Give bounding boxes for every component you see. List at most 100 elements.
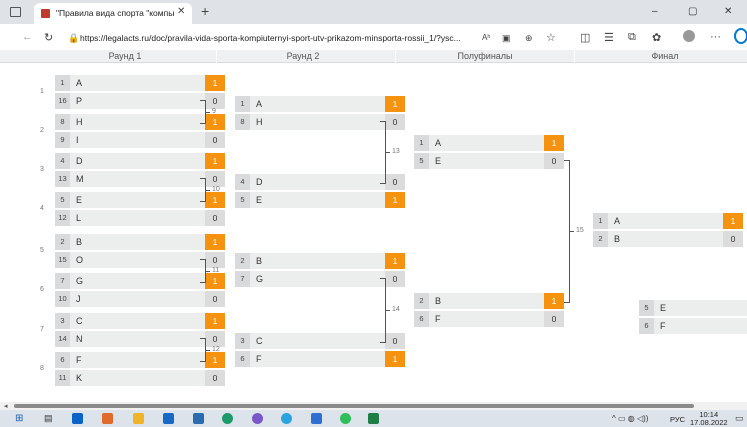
- team-row[interactable]: 15 O 0: [55, 252, 225, 268]
- bracket-connector: [200, 123, 206, 124]
- team-row[interactable]: 6F: [639, 318, 747, 334]
- team-seed: 6: [235, 351, 250, 367]
- team-row[interactable]: 7G 0: [235, 271, 405, 287]
- team-score: 0: [205, 370, 225, 386]
- whatsapp-app-icon[interactable]: [340, 413, 351, 424]
- team-row[interactable]: 2B 1: [414, 293, 564, 309]
- team-row[interactable]: 4D 0: [235, 174, 405, 190]
- team-seed: 14: [55, 331, 70, 347]
- team-seed: 3: [235, 333, 250, 349]
- team-row[interactable]: 16 P 0: [55, 93, 225, 109]
- scroll-left-icon[interactable]: ◂: [4, 402, 8, 410]
- tray-icons[interactable]: ^ ▭ ◍ ◁)): [612, 414, 648, 423]
- game-number: 8: [40, 365, 44, 372]
- team-row[interactable]: 5E 0: [414, 153, 564, 169]
- team-row[interactable]: 5E 1: [235, 192, 405, 208]
- team-score: 1: [205, 352, 225, 368]
- scrollbar-thumb[interactable]: [14, 404, 694, 408]
- team-name: A: [256, 99, 263, 109]
- team-row[interactable]: 13 M 0: [55, 171, 225, 187]
- back-icon[interactable]: ←: [22, 31, 33, 43]
- collections-icon[interactable]: ⧉: [628, 31, 636, 44]
- team-row[interactable]: 1A1: [414, 135, 564, 151]
- team-row[interactable]: 11 K 0: [55, 370, 225, 386]
- file-explorer-icon[interactable]: [133, 413, 144, 424]
- more-menu-button[interactable]: ···: [710, 31, 721, 43]
- immersive-reader-icon[interactable]: ▣: [502, 33, 511, 44]
- team-seed: 1: [235, 96, 250, 112]
- team-name: A: [435, 138, 442, 148]
- minimize-button[interactable]: –: [652, 6, 658, 17]
- bing-chat-icon[interactable]: [734, 28, 747, 44]
- tab-actions-icon[interactable]: [10, 7, 21, 17]
- match-box: 3 C 1 14 N 0: [55, 313, 225, 347]
- team-row[interactable]: 1A1: [593, 213, 743, 229]
- edge-browser-icon[interactable]: [222, 413, 233, 424]
- zoom-icon[interactable]: ⊕: [525, 33, 533, 44]
- browser-tab[interactable]: "Правила вида спорта "компьк ✕: [34, 3, 192, 24]
- team-row[interactable]: 14 N 0: [55, 331, 225, 347]
- team-score: 0: [205, 291, 225, 307]
- profile-avatar-icon[interactable]: [683, 30, 695, 42]
- team-row[interactable]: 2B 0: [593, 231, 743, 247]
- telegram-app-icon[interactable]: [281, 413, 292, 424]
- team-seed: 8: [235, 114, 250, 130]
- viber-app-icon[interactable]: [252, 413, 263, 424]
- team-row[interactable]: 12 L 0: [55, 210, 225, 226]
- team-seed: 13: [55, 171, 70, 187]
- new-tab-button[interactable]: +: [201, 3, 209, 19]
- window-close-button[interactable]: ✕: [724, 6, 732, 17]
- team-score: 0: [205, 331, 225, 347]
- extensions-icon[interactable]: ✿: [652, 31, 661, 44]
- team-row[interactable]: 6F 0: [414, 311, 564, 327]
- team-row[interactable]: 1A1: [55, 75, 225, 91]
- calculator-app-icon[interactable]: [193, 413, 204, 424]
- team-row[interactable]: 9I 0: [55, 132, 225, 148]
- maximize-button[interactable]: ▢: [688, 6, 697, 17]
- game-number: 13: [392, 148, 400, 155]
- match-box: 8H 1 9I 0: [55, 114, 225, 148]
- windows-start-icon[interactable]: ⊞: [15, 413, 23, 424]
- team-row[interactable]: 6F 1: [235, 351, 405, 367]
- team-row[interactable]: 8H 0: [235, 114, 405, 130]
- team-row[interactable]: 1A1: [235, 96, 405, 112]
- favorite-star-icon[interactable]: ☆: [546, 31, 556, 44]
- favorites-list-icon[interactable]: ☰: [604, 31, 614, 44]
- team-row[interactable]: 5E 1: [55, 192, 225, 208]
- language-indicator[interactable]: РУС: [670, 415, 685, 424]
- team-row[interactable]: 8H 1: [55, 114, 225, 130]
- team-name: C: [76, 316, 83, 326]
- word-app-icon[interactable]: [311, 413, 322, 424]
- team-score: 0: [205, 171, 225, 187]
- team-name: K: [76, 373, 83, 383]
- team-row[interactable]: 2B 1: [55, 234, 225, 250]
- team-row[interactable]: 7G 1: [55, 273, 225, 289]
- match-box: 2B 1 7G 0: [235, 253, 405, 287]
- refresh-icon[interactable]: ↻: [44, 31, 53, 44]
- team-seed: 4: [235, 174, 250, 190]
- excel-app-icon[interactable]: [368, 413, 379, 424]
- url-text[interactable]: https://legalacts.ru/doc/pravila-vida-sp…: [80, 33, 480, 43]
- notifications-icon[interactable]: ▭: [735, 413, 744, 424]
- team-row[interactable]: 10 J 0: [55, 291, 225, 307]
- match-box: 2B 1 6F 0: [414, 293, 564, 327]
- team-row[interactable]: 4D 1: [55, 153, 225, 169]
- team-row[interactable]: 6F 1: [55, 352, 225, 368]
- team-name: B: [435, 296, 442, 306]
- team-seed: 7: [235, 271, 250, 287]
- split-screen-icon[interactable]: ◫: [580, 31, 590, 44]
- task-view-icon[interactable]: ▤: [44, 413, 53, 424]
- office-app-icon[interactable]: [102, 413, 113, 424]
- store-app-icon[interactable]: [163, 413, 174, 424]
- lock-icon[interactable]: 🔒: [68, 33, 79, 44]
- team-row[interactable]: 2B 1: [235, 253, 405, 269]
- team-seed: 5: [235, 192, 250, 208]
- clock[interactable]: 10:14 17.08.2022: [690, 411, 728, 427]
- read-aloud-icon[interactable]: Aʰ: [482, 33, 490, 42]
- team-row[interactable]: 5E: [639, 300, 747, 316]
- team-row[interactable]: 3C 1: [55, 313, 225, 329]
- tab-close-icon[interactable]: ✕: [177, 6, 185, 17]
- team-row[interactable]: 3C 0: [235, 333, 405, 349]
- mail-app-icon[interactable]: [72, 413, 83, 424]
- bracket-connector: [200, 282, 206, 283]
